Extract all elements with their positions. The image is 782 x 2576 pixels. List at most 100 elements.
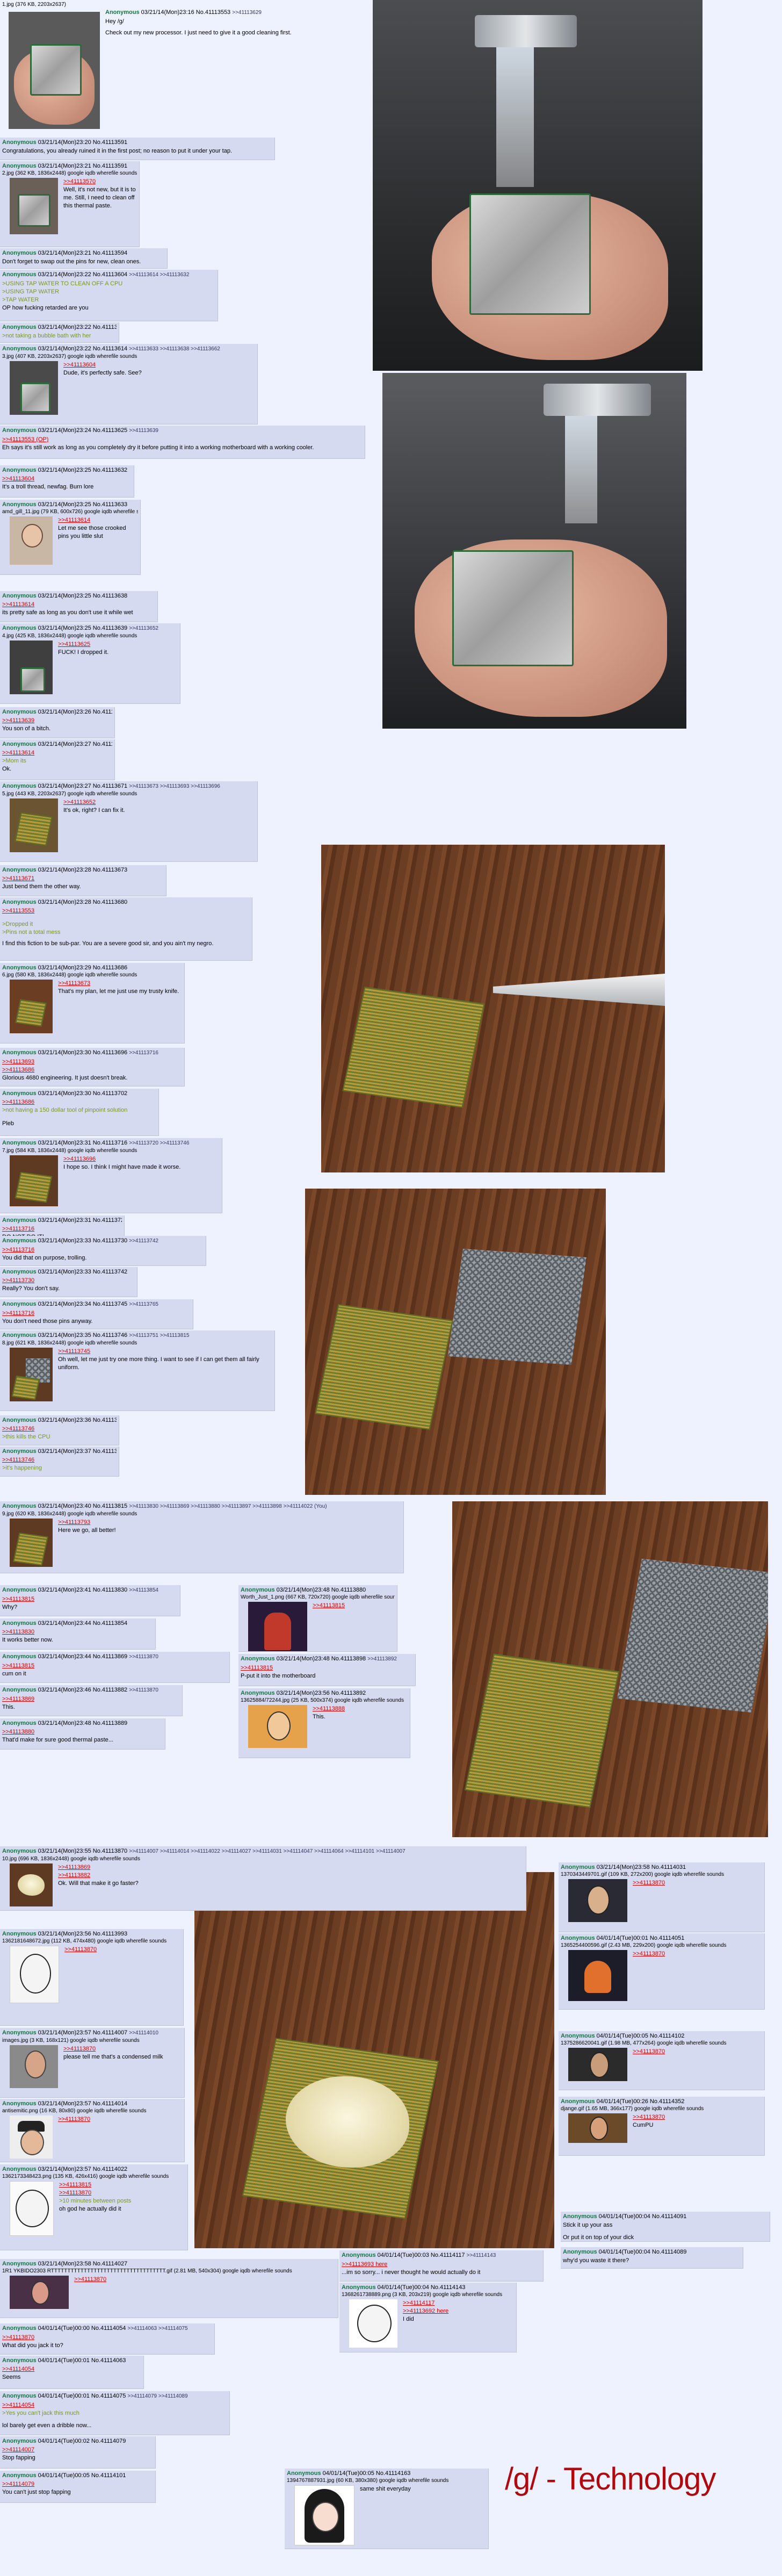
quote-link[interactable]: >>41113869: [2, 1863, 524, 1872]
post-backlinks[interactable]: >>41113614 >>41113632: [129, 272, 189, 278]
post-backlinks[interactable]: >>41114010: [129, 2030, 158, 2036]
thumbnail[interactable]: [248, 1602, 307, 1651]
quote-link[interactable]: >>41113869: [2, 1695, 180, 1703]
post-meta[interactable]: 04/01/14(Tue)00:03 No.41114117: [378, 2252, 465, 2258]
post-meta[interactable]: 03/21/14(Mon)23:25 No.41113638: [38, 593, 128, 599]
expanded-image-cpu-heatsink[interactable]: [305, 1189, 606, 1495]
post-meta[interactable]: 04/01/14(Tue)00:04 No.41114091: [599, 2213, 687, 2220]
thumbnail[interactable]: [10, 2116, 53, 2158]
post-meta[interactable]: 03/21/14(Mon)23:56 No.41113993: [38, 1931, 128, 1937]
file-info[interactable]: 1362181648672.jpg (112 KB, 474x480) goog…: [2, 1938, 181, 1945]
quote-link[interactable]: >>41114054: [2, 2401, 227, 2409]
expanded-image-cpu-heatsink-2[interactable]: [452, 1501, 768, 1837]
quote-link[interactable]: >>41113686: [2, 1098, 156, 1106]
post-backlinks[interactable]: >>41113639: [129, 428, 158, 434]
thumbnail[interactable]: [10, 641, 53, 694]
post-meta[interactable]: 03/21/14(Mon)23:22 No.41113613: [38, 324, 117, 330]
post-backlinks[interactable]: >>41113720 >>41113746: [129, 1140, 189, 1146]
quote-link[interactable]: >>41113870: [2, 2334, 212, 2342]
file-info[interactable]: 8.jpg (621 KB, 1836x2448) google iqdb wh…: [2, 1340, 272, 1347]
post-meta[interactable]: 04/01/14(Tue)00:01 No.41114051: [597, 1935, 685, 1941]
file-info[interactable]: 1375286620041.gif (1.98 MB, 477x264) goo…: [561, 2040, 762, 2047]
quote-link[interactable]: >>41114007: [2, 2446, 153, 2454]
file-info[interactable]: 13625884/72244.jpg (25 KB, 500x374) goog…: [241, 1697, 408, 1704]
quote-link[interactable]: >>41113746: [2, 1425, 117, 1433]
thumbnail[interactable]: [10, 178, 58, 234]
quote-link[interactable]: >>41113693 here: [342, 2261, 541, 2269]
quote-link[interactable]: >>41113815: [241, 1664, 413, 1672]
post-backlinks[interactable]: >>41113765: [129, 1301, 158, 1307]
post-meta[interactable]: 04/01/14(Tue)00:01 No.41114075: [38, 2393, 126, 2399]
thumbnail[interactable]: [294, 2485, 354, 2545]
thumbnail[interactable]: [248, 1705, 307, 1748]
thumbnail[interactable]: [10, 1348, 53, 1401]
post-meta[interactable]: 03/21/14(Mon)23:20 No.41113591: [38, 139, 128, 146]
post-meta[interactable]: 03/21/14(Mon)23:28 No.41113673: [38, 867, 128, 873]
post-backlinks[interactable]: >>41114143: [467, 2253, 496, 2258]
quote-link[interactable]: >>41113746: [2, 1456, 117, 1464]
quote-link[interactable]: >>41113880: [2, 1728, 163, 1736]
thumbnail[interactable]: [10, 980, 53, 1033]
quote-link[interactable]: >>41113686: [2, 1066, 182, 1074]
post-backlinks[interactable]: >>41113854: [129, 1587, 158, 1593]
post-meta[interactable]: 03/21/14(Mon)23:57 No.41114022: [38, 2166, 128, 2172]
post-meta[interactable]: 04/01/14(Tue)00:05 No.41114163: [323, 2470, 411, 2477]
post-meta[interactable]: 03/21/14(Mon)23:21 No.41113594: [38, 250, 128, 256]
quote-link[interactable]: >>41113730: [2, 1277, 135, 1285]
thumbnail[interactable]: [10, 1155, 58, 1206]
op-file-info[interactable]: 1.jpg (376 KB, 2203x2637): [2, 1, 363, 8]
post-backlinks[interactable]: >>41113652: [129, 625, 158, 631]
file-info[interactable]: 3.jpg (407 KB, 2203x2637) google iqdb wh…: [2, 353, 255, 360]
post-meta[interactable]: 03/21/14(Mon)23:33 No.41113742: [38, 1269, 128, 1275]
quote-link[interactable]: >>41113716: [2, 1246, 204, 1254]
post-meta[interactable]: 03/21/14(Mon)23:27 No.41113662: [38, 741, 112, 747]
file-info[interactable]: antisemitic.png (16 KB, 80x80) google iq…: [2, 2107, 182, 2114]
expanded-image-cpu-knife[interactable]: [321, 845, 665, 1172]
post-meta[interactable]: 04/01/14(Tue)00:02 No.41114079: [38, 2438, 126, 2444]
post-meta[interactable]: 03/21/14(Mon)23:33 No.41113730: [38, 1237, 128, 1244]
file-info[interactable]: 10.jpg (696 KB, 1836x2448) google iqdb w…: [2, 1855, 524, 1862]
quote-link[interactable]: >>41113614: [2, 601, 155, 609]
post-meta[interactable]: 03/21/14(Mon)23:25 No.41113633: [38, 501, 128, 508]
quote-link[interactable]: >>41113639: [2, 717, 112, 725]
post-meta[interactable]: 03/21/14(Mon)23:48 No.41113889: [38, 1720, 128, 1726]
post-meta[interactable]: 03/21/14(Mon)23:27 No.41113671: [38, 783, 128, 789]
file-info[interactable]: djange.gif (1.65 MB, 366x177) google iqd…: [561, 2105, 762, 2112]
post-backlinks[interactable]: >>41114063 >>41114075: [127, 2326, 187, 2332]
file-info[interactable]: 1362173348423.png (135 KB, 426x416) goog…: [2, 2173, 185, 2180]
post-backlinks[interactable]: >>41113633 >>41113638 >>41113662: [129, 346, 220, 352]
quote-link[interactable]: >>41113693: [2, 1058, 182, 1066]
post-meta[interactable]: 04/01/14(Tue)00:00 No.41114054: [38, 2325, 126, 2332]
file-info[interactable]: 5.jpg (443 KB, 2203x2637) google iqdb wh…: [2, 790, 255, 797]
file-info[interactable]: Worth_Just_1.png (667 KB, 720x720) googl…: [241, 1594, 395, 1601]
file-info[interactable]: 1394767887931.jpg (60 KB, 380x380) googl…: [287, 2477, 486, 2484]
expanded-image-cpu-tap[interactable]: [373, 0, 703, 371]
thumbnail[interactable]: [568, 1950, 627, 2001]
thumbnail[interactable]: [568, 2048, 627, 2081]
post-meta[interactable]: 03/21/14(Mon)23:24 No.41113625: [38, 427, 128, 434]
post-meta[interactable]: 03/21/14(Mon)23:31 No.41113716: [38, 1140, 128, 1146]
post-backlinks[interactable]: >>41113870: [129, 1687, 158, 1693]
post-meta[interactable]: 04/01/14(Tue)00:04 No.41114143: [378, 2284, 466, 2291]
post-meta[interactable]: 03/21/14(Mon)23:41 No.41113830: [38, 1587, 128, 1593]
file-info[interactable]: amd_gill_11.jpg (79 KB, 600x726) google …: [2, 508, 138, 515]
post-meta[interactable]: 03/21/14(Mon)23:29 No.41113686: [38, 965, 128, 971]
file-info[interactable]: 1R1 YKBIDO2303 RTTTTTTTTTTTTTTTTTTTTTTTT…: [2, 2268, 336, 2275]
quote-link[interactable]: >>41114054: [2, 2365, 141, 2373]
quote-link[interactable]: >>41113604: [2, 475, 132, 483]
quote-link[interactable]: >>41113716: [2, 1309, 191, 1318]
thumbnail[interactable]: [10, 1946, 59, 2003]
post-meta[interactable]: 04/01/14(Tue)00:04 No.41114089: [599, 2249, 687, 2255]
quote-link[interactable]: >>41113716: [2, 1225, 122, 1233]
thumbnail[interactable]: [10, 2276, 69, 2309]
post-meta[interactable]: 03/21/14(Mon)23:48 No.41113880: [277, 1587, 366, 1593]
post-backlinks[interactable]: >>41113830 >>41113869 >>41113880 >>41113…: [129, 1503, 327, 1509]
post-backlinks[interactable]: >>41113716: [129, 1050, 158, 1056]
post-meta[interactable]: 03/21/14(Mon)23:31 No.41113720: [38, 1217, 122, 1224]
quote-link[interactable]: >>41113614: [2, 749, 112, 757]
thumbnail[interactable]: [10, 1519, 53, 1567]
post-backlinks[interactable]: >>41114079 >>41114089: [127, 2393, 187, 2399]
post-meta[interactable]: 03/21/14(Mon)23:30 No.41113696: [38, 1049, 128, 1056]
post-meta[interactable]: 04/01/14(Tue)00:05 No.41114102: [597, 2033, 685, 2039]
quote-link[interactable]: >>41114079: [2, 2480, 153, 2488]
